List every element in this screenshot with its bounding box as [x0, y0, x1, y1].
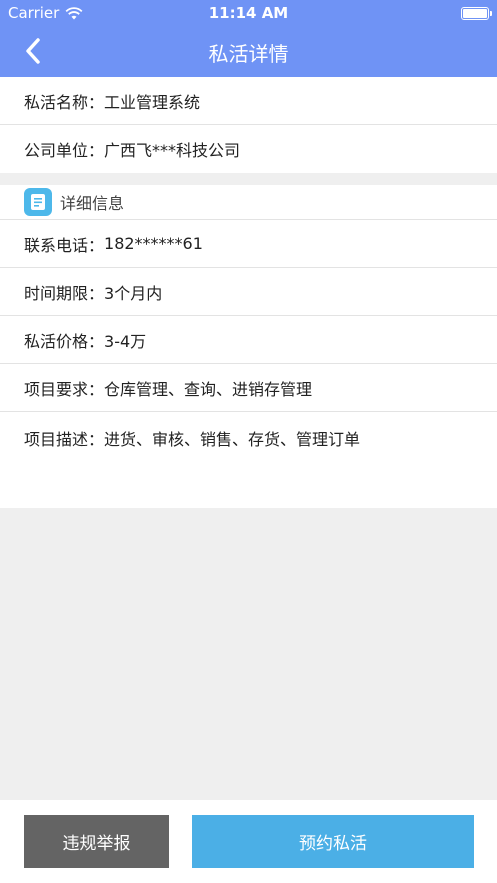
status-time: 11:14 AM — [208, 4, 289, 22]
requirements-row: 项目要求： 仓库管理、查询、进销存管理 — [0, 364, 497, 412]
company-label: 公司单位： — [24, 141, 105, 160]
deadline-row: 时间期限： 3个月内 — [0, 268, 497, 316]
page-title: 私活详情 — [208, 42, 289, 66]
price-value: 3-4万 — [104, 331, 147, 351]
project-name-row: 私活名称： 工业管理系统 — [0, 77, 497, 125]
project-name-label: 私活名称： — [24, 92, 105, 112]
header: Carrier 11:14 AM 私活详情 — [0, 0, 497, 77]
company-value: 广西飞***科技公司 — [104, 141, 241, 160]
report-violation-button[interactable]: 违规举报 — [24, 815, 169, 868]
nav-bar: 私活详情 — [0, 26, 497, 77]
phone-value: 182******61 — [104, 234, 203, 253]
requirements-label: 项目要求： — [24, 379, 105, 399]
price-row: 私活价格： 3-4万 — [0, 316, 497, 364]
status-bar: Carrier 11:14 AM — [0, 0, 497, 26]
description-label: 项目描述： — [24, 430, 105, 449]
battery-icon — [461, 7, 492, 20]
phone-label: 联系电话： — [24, 235, 105, 255]
detail-header-label: 详细信息 — [60, 194, 125, 213]
deadline-label: 时间期限： — [24, 283, 105, 303]
requirements-value: 仓库管理、查询、进销存管理 — [104, 379, 313, 399]
price-label: 私活价格： — [24, 331, 105, 351]
book-job-button[interactable]: 预约私活 — [192, 815, 474, 868]
document-icon — [24, 188, 52, 216]
description-value: 进货、审核、销售、存货、管理订单 — [104, 430, 361, 449]
deadline-value: 3个月内 — [104, 283, 163, 303]
summary-section: 私活名称： 工业管理系统 公司单位： 广西飞***科技公司 — [0, 77, 497, 173]
detail-header: 详细信息 — [0, 185, 497, 220]
description-row: 项目描述： 进货、审核、销售、存货、管理订单 — [0, 412, 497, 450]
project-name-value: 工业管理系统 — [104, 92, 201, 112]
phone-row: 联系电话： 182******61 — [0, 220, 497, 268]
detail-section: 详细信息 联系电话： 182******61 时间期限： 3个月内 私活价格： … — [0, 185, 497, 508]
company-row: 公司单位： 广西飞***科技公司 — [0, 125, 497, 173]
bottom-action-bar: 违规举报 预约私活 — [0, 800, 497, 883]
